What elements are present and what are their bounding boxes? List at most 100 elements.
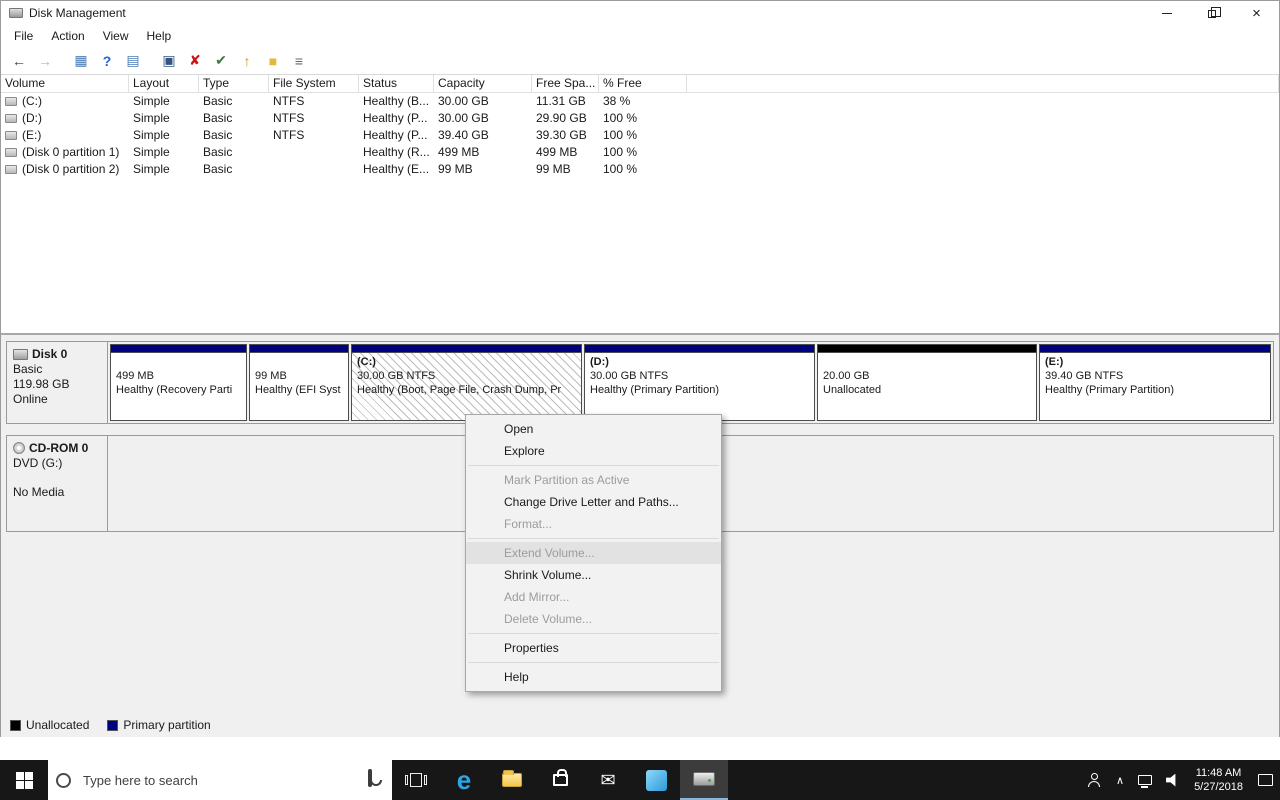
microphone-icon[interactable]: [368, 769, 384, 789]
menu-file[interactable]: File: [5, 27, 42, 45]
search-input[interactable]: [81, 771, 368, 789]
partition-unallocated[interactable]: 20.00 GB Unallocated: [817, 344, 1037, 421]
volume-icon: [5, 165, 17, 174]
file-explorer-button[interactable]: [488, 760, 536, 800]
network-button[interactable]: [1131, 760, 1159, 800]
back-icon[interactable]: ←: [7, 50, 31, 72]
disk0-row: Disk 0 Basic 119.98 GB Online 499 MB Hea…: [6, 341, 1274, 424]
mail-button[interactable]: ✉: [584, 760, 632, 800]
menu-item-change-drive-letter[interactable]: Change Drive Letter and Paths...: [466, 491, 721, 513]
partition-color-bar: [250, 345, 348, 353]
menu-item-shrink-volume[interactable]: Shrink Volume...: [466, 564, 721, 586]
menu-item-properties[interactable]: Properties: [466, 637, 721, 659]
menu-item-format: Format...: [504, 517, 553, 531]
unallocated-swatch: [10, 719, 21, 731]
check-script-icon[interactable]: ✔: [209, 50, 233, 72]
system-tray: ∧ 11:48 AM 5/27/2018: [1080, 760, 1280, 800]
export-list-icon[interactable]: ▤: [121, 50, 145, 72]
desktop: [0, 737, 1280, 760]
taskbar-search[interactable]: [48, 760, 392, 800]
menu-item-open[interactable]: Open: [466, 418, 721, 440]
titlebar: Disk Management ×: [1, 1, 1279, 25]
cdrom-media: DVD (G:): [13, 456, 63, 470]
volume-row-partition2[interactable]: (Disk 0 partition 2) Simple Basic Health…: [1, 161, 1279, 178]
partition-color-bar: [818, 345, 1036, 353]
delete-icon[interactable]: ✘: [183, 50, 207, 72]
partition-e[interactable]: (E:) 39.40 GB NTFS Healthy (Primary Part…: [1039, 344, 1271, 421]
menu-item-mark-partition-active: Mark Partition as Active: [504, 473, 630, 487]
partition-c[interactable]: (C:) 30.00 GB NTFS Healthy (Boot, Page F…: [351, 344, 582, 421]
col-volume[interactable]: Volume: [1, 75, 129, 93]
primary-partition-swatch: [107, 719, 119, 731]
volume-icon: [5, 97, 17, 106]
col-pctfree[interactable]: % Free: [599, 75, 687, 93]
col-status[interactable]: Status: [359, 75, 434, 93]
store-icon: [552, 769, 568, 786]
menu-separator: [468, 662, 719, 663]
partition-color-bar: [1040, 345, 1270, 353]
disk-icon: [13, 349, 28, 360]
cdrom-name: CD-ROM 0: [29, 441, 89, 455]
col-freespace[interactable]: Free Spa...: [532, 75, 599, 93]
volume-row-d[interactable]: (D:) Simple Basic NTFS Healthy (P... 30.…: [1, 110, 1279, 127]
legend-primary-partition: Primary partition: [107, 718, 211, 732]
disk-management-icon: [693, 772, 715, 786]
windows-logo-icon: [15, 771, 33, 789]
edge-button[interactable]: e: [440, 760, 488, 800]
console-icon[interactable]: ▣: [157, 50, 181, 72]
partition-d[interactable]: (D:) 30.00 GB NTFS Healthy (Primary Part…: [584, 344, 815, 421]
app-button-blue[interactable]: [632, 760, 680, 800]
close-button[interactable]: ×: [1234, 1, 1279, 25]
disk0-size: 119.98 GB: [13, 377, 70, 391]
volume-row-partition1[interactable]: (Disk 0 partition 1) Simple Basic Health…: [1, 144, 1279, 161]
people-icon: [1087, 773, 1102, 787]
up-folder-icon[interactable]: ↑: [235, 50, 259, 72]
people-button[interactable]: [1080, 760, 1109, 800]
start-button[interactable]: [0, 760, 48, 800]
menu-action[interactable]: Action: [42, 27, 93, 45]
help-icon[interactable]: ?: [95, 50, 119, 72]
volume-icon: [5, 148, 17, 157]
show-tree-icon[interactable]: ▦: [69, 50, 93, 72]
col-capacity[interactable]: Capacity: [434, 75, 532, 93]
cdrom-card[interactable]: CD-ROM 0 DVD (G:) No Media: [7, 436, 108, 531]
tray-overflow-button[interactable]: ∧: [1109, 760, 1131, 800]
store-button[interactable]: [536, 760, 584, 800]
action-center-button[interactable]: [1251, 760, 1280, 800]
blue-app-icon: [645, 769, 667, 791]
col-filesystem[interactable]: File System: [269, 75, 359, 93]
list-view-icon[interactable]: ≡: [287, 50, 311, 72]
partition-color-bar: [111, 345, 246, 353]
col-layout[interactable]: Layout: [129, 75, 199, 93]
task-view-button[interactable]: [392, 760, 440, 800]
minimize-button[interactable]: [1144, 1, 1189, 25]
restore-button[interactable]: [1189, 1, 1234, 25]
taskbar: e ✉ ∧ 11:48 AM 5/27/2018: [0, 760, 1280, 800]
disk-management-taskbar-button[interactable]: [680, 760, 728, 800]
volume-table-header: Volume Layout Type File System Status Ca…: [1, 75, 1279, 93]
legend-unallocated: Unallocated: [10, 718, 89, 732]
clock[interactable]: 11:48 AM 5/27/2018: [1186, 766, 1251, 794]
disk0-card[interactable]: Disk 0 Basic 119.98 GB Online: [7, 342, 108, 423]
volume-row-e[interactable]: (E:) Simple Basic NTFS Healthy (P... 39.…: [1, 127, 1279, 144]
new-folder-icon[interactable]: ■: [261, 50, 285, 72]
forward-icon[interactable]: →: [33, 50, 57, 72]
partition-efi[interactable]: 99 MB Healthy (EFI Syst: [249, 344, 349, 421]
menu-view[interactable]: View: [94, 27, 138, 45]
app-icon: [9, 8, 23, 18]
menu-item-help[interactable]: Help: [466, 666, 721, 688]
col-filler: [687, 75, 1279, 93]
disk0-partitions: 499 MB Healthy (Recovery Parti 99 MB Hea…: [108, 342, 1273, 423]
volume-row-c[interactable]: (C:) Simple Basic NTFS Healthy (B... 30.…: [1, 93, 1279, 110]
edge-icon: e: [456, 765, 472, 795]
action-center-icon: [1258, 774, 1273, 786]
menu-item-explore[interactable]: Explore: [466, 440, 721, 462]
volume-button[interactable]: [1159, 760, 1186, 800]
partition-recovery[interactable]: 499 MB Healthy (Recovery Parti: [110, 344, 247, 421]
speaker-icon: [1166, 773, 1176, 787]
chevron-up-icon: ∧: [1116, 774, 1125, 787]
col-type[interactable]: Type: [199, 75, 269, 93]
cortana-icon: [56, 772, 71, 788]
menu-help[interactable]: Help: [138, 27, 181, 45]
close-icon: ×: [1252, 4, 1261, 22]
